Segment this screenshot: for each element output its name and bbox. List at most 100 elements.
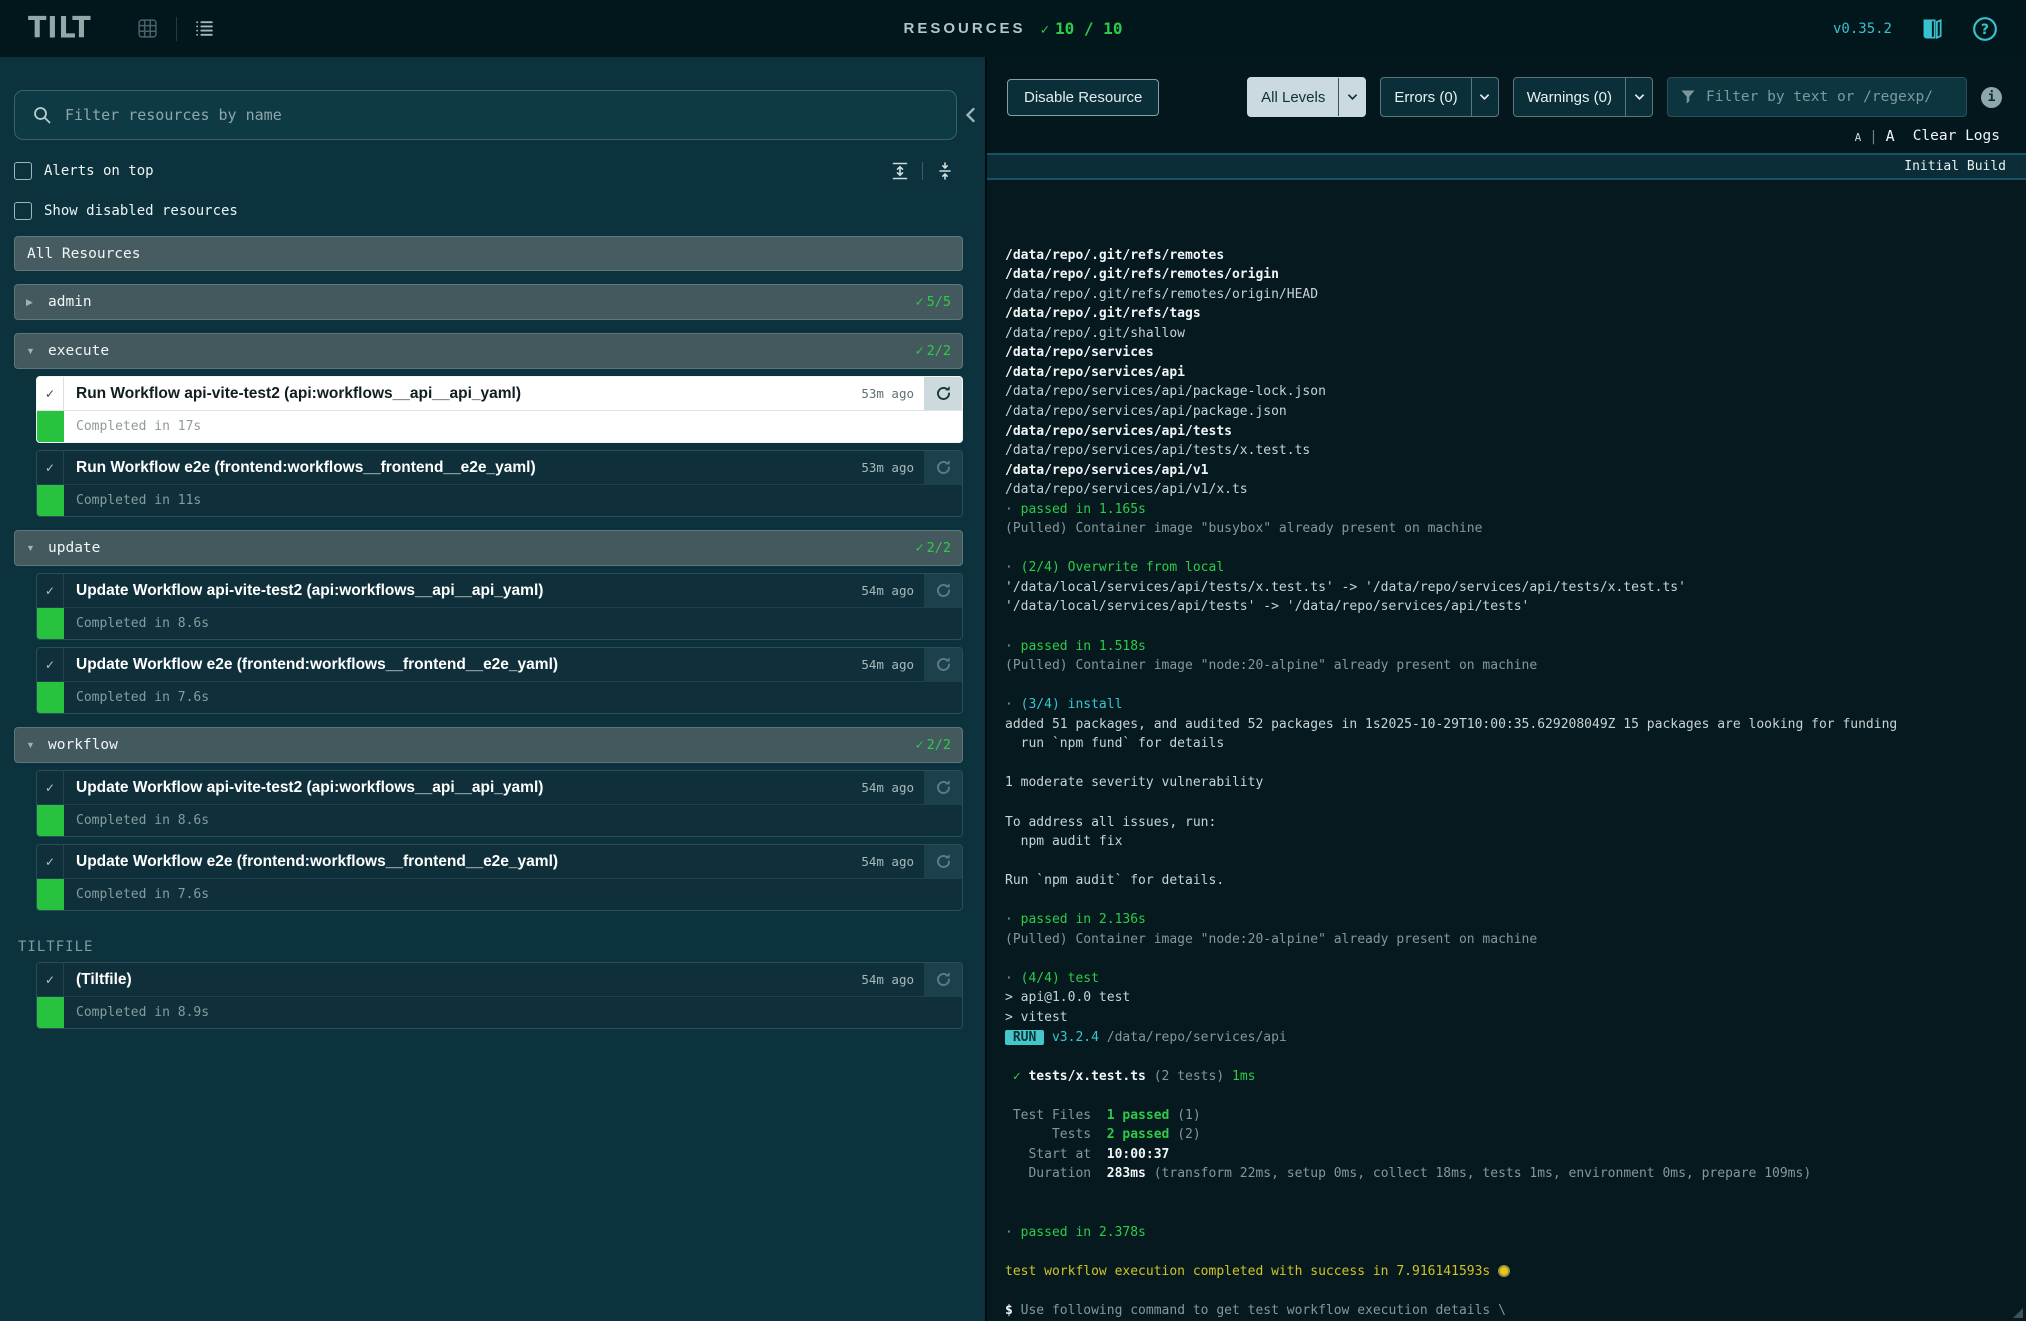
log-line — [1005, 1282, 2010, 1302]
group-status-count: ✓5/5 — [915, 294, 951, 310]
log-segment: v3.2.4 — [1044, 1030, 1099, 1045]
refresh-button[interactable] — [924, 648, 962, 681]
resource-group-header[interactable]: ▼ workflow ✓2/2 — [14, 727, 963, 763]
log-line: test workflow execution completed with s… — [1005, 1262, 2010, 1282]
docs-icon[interactable] — [1918, 15, 1945, 42]
table-view-icon[interactable] — [136, 17, 160, 41]
log-filter-box — [1667, 77, 1967, 117]
resource-timestamp: 54m ago — [861, 854, 914, 869]
log-line — [1005, 1047, 2010, 1067]
log-segment: Start at — [1005, 1147, 1107, 1162]
log-segment: (Pulled) Container image "busybox" alrea… — [1005, 521, 1482, 536]
font-larger-button[interactable]: A — [1886, 127, 1895, 145]
alerts-on-top-label: Alerts on top — [44, 163, 154, 179]
sidebar-collapse-icon[interactable] — [959, 107, 981, 123]
log-segment: Run `npm audit` for details. — [1005, 873, 1224, 888]
log-output[interactable]: /data/repo/.git/refs/remotes/data/repo/.… — [987, 180, 2026, 1321]
resource-item[interactable]: ✓ Update Workflow e2e (frontend:workflow… — [36, 844, 963, 911]
help-icon[interactable]: ? — [1971, 15, 1998, 42]
refresh-button[interactable] — [924, 574, 962, 607]
resource-status: Completed in 8.6s — [64, 805, 209, 836]
log-segment: · — [1005, 1225, 1021, 1240]
log-segment: · — [1005, 697, 1021, 712]
log-levels-dropdown[interactable]: All Levels — [1247, 77, 1366, 117]
log-line: Tests 2 passed (2) — [1005, 1125, 2010, 1145]
group-count-value: 2/2 — [927, 343, 951, 359]
chevron-down-icon[interactable] — [1338, 78, 1365, 116]
refresh-button[interactable] — [924, 771, 962, 804]
log-segment: (transform 22ms, setup 0ms, collect 18ms… — [1146, 1166, 1811, 1181]
resource-item-title-row: ✓ Run Workflow api-vite-test2 (api:workf… — [37, 377, 962, 410]
resource-item[interactable]: ✓ Run Workflow e2e (frontend:workflows__… — [36, 450, 963, 517]
resource-item[interactable]: ✓ Run Workflow api-vite-test2 (api:workf… — [36, 376, 963, 443]
tilt-app: TILT RESOURCES ✓10 / 10 v0.35.2 ? — [0, 0, 2026, 1321]
clear-logs-button[interactable]: Clear Logs — [1913, 128, 2000, 144]
disable-resource-button[interactable]: Disable Resource — [1007, 79, 1159, 116]
log-segment: · — [1005, 639, 1021, 654]
resource-group: ▼ execute ✓2/2 ✓ Run Workflow api-vite-t… — [14, 333, 963, 517]
log-segment: 1 passed — [1107, 1108, 1170, 1123]
filter-info-icon[interactable]: i — [1981, 87, 2002, 108]
log-segment: /data/repo/services/api/v1 — [1005, 463, 1209, 478]
refresh-button[interactable] — [924, 845, 962, 878]
log-line — [1005, 1203, 2010, 1223]
resource-status: Completed in 7.6s — [64, 879, 209, 910]
refresh-button[interactable] — [924, 451, 962, 484]
chevron-down-icon[interactable] — [1471, 78, 1498, 116]
check-icon: ✓ — [1041, 22, 1049, 38]
log-segment: tests/x.test.ts — [1028, 1069, 1153, 1084]
log-line: npm audit fix — [1005, 832, 2010, 852]
log-line: /data/repo/.git/refs/remotes/origin — [1005, 265, 2010, 285]
log-line: /data/repo/services/api/tests/x.test.ts — [1005, 441, 2010, 461]
log-segment: 1 moderate severity vulnerability — [1005, 775, 1263, 790]
log-segment: > api@1.0.0 test — [1005, 990, 1130, 1005]
resource-title: Update Workflow api-vite-test2 (api:work… — [64, 582, 851, 600]
log-line: RUN v3.2.4 /data/repo/services/api — [1005, 1028, 2010, 1048]
collapse-all-icon[interactable] — [935, 161, 955, 181]
expand-all-icon[interactable] — [890, 161, 910, 181]
log-segment: /data/repo/services/api/v1/x.ts — [1005, 482, 1248, 497]
log-segment: /data/repo/services/api/tests — [1005, 424, 1232, 439]
resource-group-header[interactable]: ▶ admin ✓5/5 — [14, 284, 963, 320]
log-line: (Pulled) Container image "busybox" alrea… — [1005, 519, 2010, 539]
tiltfile-section-label: TILTFILE — [18, 939, 963, 955]
resource-group-header[interactable]: ▼ execute ✓2/2 — [14, 333, 963, 369]
resource-item-status-row: Completed in 17s — [37, 410, 962, 442]
refresh-button[interactable] — [924, 377, 962, 410]
resource-status: Completed in 7.6s — [64, 682, 209, 713]
show-disabled-checkbox[interactable] — [14, 202, 32, 220]
errors-dropdown[interactable]: Errors (0) — [1380, 77, 1498, 117]
group-name: workflow — [48, 737, 118, 753]
group-count-value: 2/2 — [927, 737, 951, 753]
resource-item[interactable]: ✓ Update Workflow api-vite-test2 (api:wo… — [36, 573, 963, 640]
status-color-bar — [37, 879, 64, 910]
chevron-down-icon[interactable] — [1625, 78, 1652, 116]
log-pane: Disable Resource All Levels Errors (0) W… — [985, 57, 2026, 1321]
all-resources-button[interactable]: All Resources — [14, 236, 963, 271]
resource-item-title-row: ✓ Update Workflow e2e (frontend:workflow… — [37, 845, 962, 878]
check-icon: ✓ — [37, 845, 64, 878]
log-segment: (2) — [1169, 1127, 1200, 1142]
resource-filter-input[interactable] — [65, 106, 939, 124]
warnings-dropdown[interactable]: Warnings (0) — [1513, 77, 1653, 117]
log-segment: /data/repo/services/api — [1099, 1030, 1287, 1045]
resource-item[interactable]: ✓ (Tiltfile) 54m ago Completed in 8.9s — [36, 962, 963, 1029]
group-items: ✓ Update Workflow api-vite-test2 (api:wo… — [36, 770, 963, 911]
resource-item-title-row: ✓ Run Workflow e2e (frontend:workflows__… — [37, 451, 962, 484]
log-segment: added 51 packages, and audited 52 packag… — [1005, 717, 1897, 732]
refresh-button[interactable] — [924, 963, 962, 996]
log-filter-input[interactable] — [1706, 89, 1954, 105]
alerts-on-top-checkbox[interactable] — [14, 162, 32, 180]
log-segment: > vitest — [1005, 1010, 1068, 1025]
log-segment: Use following command to get test workfl… — [1013, 1303, 1506, 1318]
resource-title: Update Workflow e2e (frontend:workflows_… — [64, 656, 851, 674]
resource-item[interactable]: ✓ Update Workflow api-vite-test2 (api:wo… — [36, 770, 963, 837]
font-smaller-button[interactable]: A — [1855, 131, 1862, 144]
resource-timestamp: 54m ago — [861, 657, 914, 672]
resource-group-header[interactable]: ▼ update ✓2/2 — [14, 530, 963, 566]
list-view-icon[interactable] — [193, 17, 217, 41]
log-segment: passed in 2.136s — [1021, 912, 1146, 927]
log-line: '/data/local/services/api/tests/x.test.t… — [1005, 578, 2010, 598]
resource-item[interactable]: ✓ Update Workflow e2e (frontend:workflow… — [36, 647, 963, 714]
group-name: update — [48, 540, 100, 556]
